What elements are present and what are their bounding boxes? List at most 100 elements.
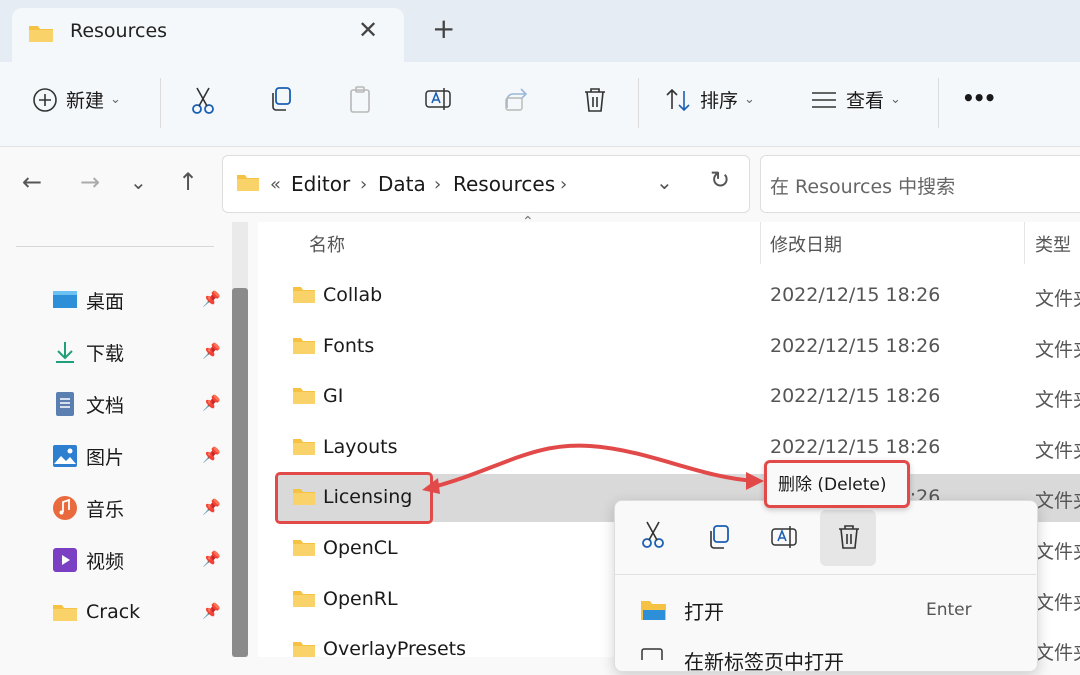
sidebar-item-label: 视频 [86,550,125,573]
sidebar-item-videos[interactable]: 视频 [52,542,124,578]
pin-icon[interactable]: 📌 [202,290,221,308]
pin-icon[interactable]: 📌 [202,394,221,412]
sidebar-item-desktop[interactable]: 桌面 [52,282,124,318]
rename-button[interactable] [424,86,452,112]
copy-button[interactable] [268,86,294,112]
video-icon [53,548,77,572]
sort-button[interactable]: 排序 ⌄ [664,86,755,113]
scissors-icon[interactable] [640,520,666,550]
copy-icon [272,87,291,111]
sidebar-item-music[interactable]: 音乐 [52,490,124,526]
document-icon [56,392,74,416]
delete-button[interactable] [582,86,608,114]
breadcrumb-separator[interactable]: › [434,174,441,195]
rename-icon [425,88,451,110]
command-bar [0,62,1080,147]
music-icon [53,496,77,520]
breadcrumb-data[interactable]: Data [378,172,426,196]
file-name: OpenCL [323,537,398,559]
breadcrumb-editor[interactable]: Editor [291,172,350,196]
chevron-down-icon: ⌄ [890,92,901,107]
picture-icon [53,445,77,467]
up-arrow-icon[interactable]: ↑ [178,168,198,196]
folder-icon [293,540,315,556]
annotation-arrows [422,443,764,494]
more-button[interactable]: ••• [962,86,996,110]
back-arrow-icon[interactable]: ← [22,168,42,196]
column-header-type[interactable]: 类型 [1035,231,1071,257]
forward-arrow-icon[interactable]: → [80,168,100,196]
sidebar-item-label: 图片 [86,446,125,469]
sidebar-item-downloads[interactable]: 下载 [52,334,124,370]
column-header-name[interactable]: 名称 [309,231,345,257]
view-lines-icon [812,91,836,108]
share-button[interactable] [504,86,530,112]
column-header-date[interactable]: 修改日期 [770,231,842,257]
new-tab-button[interactable]: + [432,12,455,45]
sidebar-item-label: Crack [86,601,141,623]
file-type: 文件夹 [1035,541,1080,563]
file-type: 文件夹 [1035,490,1080,512]
file-type: 文件夹 [1035,288,1080,310]
open-icon [641,601,666,620]
sidebar-divider [16,246,214,247]
file-type: 文件夹 [1035,389,1080,411]
sort-icon [666,88,690,111]
menu-item-open[interactable]: 打开 [684,596,724,625]
sidebar-item-documents[interactable]: 文档 [52,386,124,422]
file-date: 2022/12/15 18:26 [770,284,941,306]
pin-icon[interactable]: 📌 [202,550,221,568]
pin-icon[interactable]: 📌 [202,342,221,360]
menu-divider [614,574,1036,575]
toolbar-divider [938,78,939,128]
close-icon[interactable]: ✕ [358,16,378,44]
tab-title: Resources [70,20,168,42]
shortcut-enter: Enter [926,600,972,620]
folder-icon [237,175,259,191]
rename-icon[interactable] [770,524,798,550]
cut-button[interactable] [190,86,216,116]
table-row[interactable] [276,272,1080,320]
tab-resources[interactable]: Resources ✕ [12,8,404,64]
column-divider[interactable] [760,222,761,264]
download-icon [56,342,74,363]
pin-icon[interactable]: 📌 [202,498,221,516]
pin-icon[interactable]: 📌 [202,602,221,620]
breadcrumb-separator[interactable]: › [360,174,367,195]
copy-icon[interactable] [706,524,732,550]
breadcrumb-resources[interactable]: Resources [453,172,555,196]
folder-icon [29,26,53,42]
trash-icon [585,88,605,112]
folder-icon [293,439,315,455]
table-row[interactable] [276,323,1080,371]
clipboard-icon [350,86,370,113]
menu-item-open-new-tab[interactable]: 在新标签页中打开 [684,646,844,675]
folder-icon [293,591,315,607]
file-type: 文件夹 [1035,339,1080,361]
sort-label: 排序 [700,90,739,112]
sidebar-scrollbar[interactable] [232,288,248,657]
new-label: 新建 [66,90,105,112]
recent-chevron-icon[interactable]: ⌄ [130,170,147,194]
refresh-icon[interactable]: ↻ [710,166,730,194]
new-button[interactable]: 新建 ⌄ [32,86,121,113]
table-row[interactable] [276,373,1080,421]
breadcrumb-separator[interactable]: › [560,174,567,195]
file-date: 2022/12/15 18:26 [770,436,941,458]
file-type: 文件夹 [1035,440,1080,462]
scissors-icon [192,87,214,114]
paste-button[interactable] [348,86,372,114]
pin-icon[interactable]: 📌 [202,446,221,464]
view-button[interactable]: 查看 ⌄ [810,86,901,113]
sidebar-item-pictures[interactable]: 图片 [52,438,124,474]
breadcrumb-overflow[interactable]: « [270,174,281,195]
sidebar-item-crack[interactable]: Crack [52,594,140,630]
file-name: GI [323,385,344,407]
file-name: Fonts [323,335,375,357]
sidebar-item-label: 下载 [86,342,125,365]
folder-icon [293,338,315,354]
address-dropdown-icon[interactable]: ⌄ [656,170,673,194]
column-divider[interactable] [1024,222,1025,264]
trash-icon[interactable] [836,523,862,551]
folder-icon [293,287,315,303]
